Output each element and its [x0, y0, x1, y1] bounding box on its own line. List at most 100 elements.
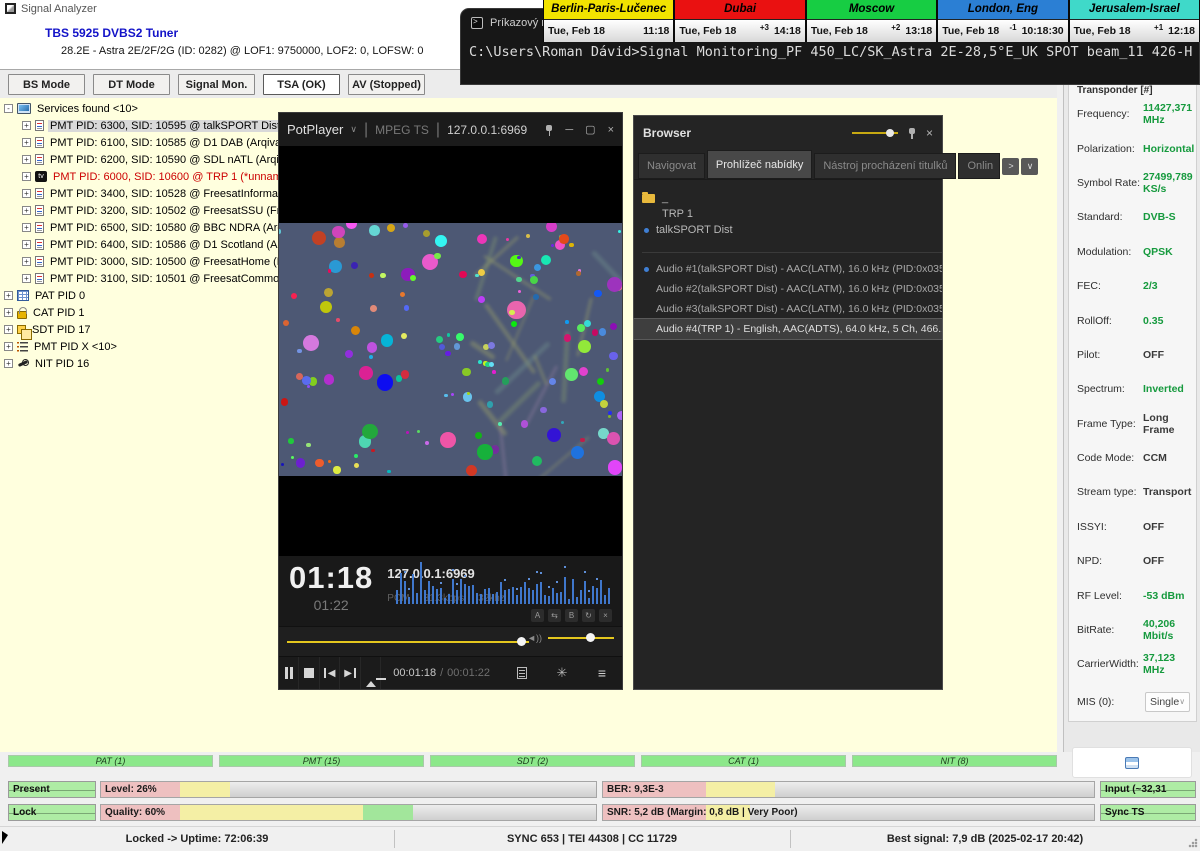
ber-label: BER: 9,3E-3 [607, 782, 664, 798]
seek-knob[interactable] [517, 637, 526, 646]
chevron-down-icon[interactable]: ∨ [350, 124, 357, 135]
clock-utc-offset: +3 [760, 23, 769, 32]
potplayer-titlebar[interactable]: PotPlayer ∨ | MPEG TS | 127.0.0.1:6969 ─… [279, 113, 622, 146]
volume-knob[interactable] [586, 633, 595, 642]
volume-slider[interactable] [548, 637, 614, 639]
clock-time: 13:18 [905, 25, 932, 37]
tab-list-button[interactable]: ∨ [1021, 158, 1038, 175]
audio-track-label: Audio #1(talkSPORT Dist) - AAC(LATM), 16… [656, 263, 942, 275]
param-row: RollOff: 0.35 [1077, 303, 1190, 337]
expand-expander-icon[interactable]: + [4, 308, 13, 317]
mis-select[interactable]: Single ∨ [1145, 692, 1190, 712]
expand-expander-icon[interactable]: + [22, 257, 31, 266]
mode-tab-button[interactable]: DT Mode [93, 74, 170, 95]
mode-tab-button[interactable]: Signal Mon. [178, 74, 255, 95]
service-table-icon [35, 154, 44, 165]
expand-expander-icon[interactable]: + [4, 342, 13, 351]
audio-track-row[interactable]: Audio #4(TRP 1) - English, AAC(ADTS), 64… [634, 319, 942, 339]
expand-expander-icon[interactable]: + [22, 121, 31, 130]
expand-expander-icon[interactable]: + [22, 240, 31, 249]
antenna-icon [17, 358, 29, 369]
close-icon[interactable]: × [926, 126, 933, 140]
folder-row[interactable]: _ [642, 190, 942, 206]
params-header: Transponder [#] [1077, 85, 1190, 97]
expand-expander-icon[interactable]: + [22, 206, 31, 215]
audio-track-row[interactable]: Audio #3(talkSPORT Dist) - AAC(LATM), 16… [634, 299, 942, 319]
playlist-button[interactable] [502, 657, 542, 689]
param-value: DVB-S [1143, 211, 1176, 223]
browser-title: Browser [643, 126, 691, 140]
service-row[interactable]: talkSPORT Dist [642, 222, 942, 238]
expand-expander-icon[interactable]: + [22, 274, 31, 283]
mode-tab-button[interactable]: TSA (OK) [263, 74, 340, 95]
resize-grip[interactable] [1188, 838, 1198, 848]
audio-track-row[interactable]: Audio #1(talkSPORT Dist) - AAC(LATM), 16… [634, 259, 942, 279]
player-mini-button[interactable]: B [565, 609, 578, 622]
stop-button[interactable] [299, 657, 319, 689]
level-label: Level: 26% [105, 782, 157, 798]
close-icon[interactable]: × [608, 124, 614, 136]
audio-track-row[interactable]: Audio #2(talkSPORT Dist) - AAC(LATM), 16… [634, 279, 942, 299]
video-area[interactable] [279, 146, 622, 556]
eject-button[interactable] [361, 657, 381, 689]
tuner-details: 28.2E - Astra 2E/2F/2G (ID: 0282) @ LOF1… [61, 45, 424, 57]
browser-tab[interactable]: Prohlížeč nabídky [707, 150, 812, 179]
playlist-icon [517, 667, 527, 679]
browser-titlebar[interactable]: Browser × [634, 116, 942, 149]
browser-tab[interactable]: Onlin [958, 153, 1000, 179]
expand-expander-icon[interactable]: + [22, 138, 31, 147]
param-value: OFF [1143, 555, 1164, 567]
browser-tab[interactable]: Navigovat [638, 153, 705, 179]
mis-row: MIS (0): Single ∨ [1077, 682, 1190, 722]
minimize-icon[interactable]: ─ [565, 124, 573, 136]
tree-sdt-label: SDT PID 17 [30, 324, 93, 336]
pin-icon[interactable] [545, 124, 553, 136]
mode-tab-button[interactable]: BS Mode [8, 74, 85, 95]
tree-pat-label: PAT PID 0 [33, 290, 87, 302]
expand-expander-icon[interactable]: + [22, 223, 31, 232]
param-label: Pilot: [1077, 349, 1143, 361]
expand-expander-icon[interactable]: + [4, 325, 13, 334]
pause-button[interactable] [279, 657, 299, 689]
player-mini-button[interactable]: × [599, 609, 612, 622]
maximize-icon[interactable]: ▢ [585, 123, 595, 136]
param-row: Spectrum: Inverted [1077, 372, 1190, 406]
opacity-knob[interactable] [886, 129, 894, 137]
expand-expander-icon[interactable]: + [22, 155, 31, 164]
mode-tab-button[interactable]: AV (Stopped) [348, 74, 425, 95]
audio-spectrum [396, 560, 614, 604]
param-value: Transport [1143, 486, 1191, 498]
settings-button[interactable]: ✳ [542, 657, 582, 689]
param-row: Frame Type: Long Frame [1077, 407, 1190, 441]
previous-button[interactable]: ◀ [320, 657, 340, 689]
param-label: CarrierWidth: [1077, 658, 1143, 670]
pin-icon[interactable] [908, 127, 916, 139]
param-value: 0.35 [1143, 315, 1163, 327]
param-value: OFF [1143, 521, 1164, 533]
menu-button[interactable]: ≡ [582, 657, 622, 689]
opacity-slider[interactable] [852, 132, 898, 134]
service-label: talkSPORT Dist [656, 224, 733, 236]
trp-row[interactable]: TRP 1 [642, 206, 942, 222]
transponder-panel: Transponder [#] Frequency: 11427,371 MHz… [1063, 68, 1200, 752]
mis-label: MIS (0): [1077, 696, 1143, 708]
stream-source: 127.0.0.1:6969 [447, 123, 527, 137]
collapse-expander-icon[interactable]: - [4, 104, 13, 113]
player-mini-button[interactable]: A [531, 609, 544, 622]
expand-expander-icon[interactable]: + [22, 172, 31, 181]
param-row: BitRate: 40,206 Mbit/s [1077, 613, 1190, 647]
tab-scroll-right-button[interactable]: > [1002, 158, 1019, 175]
browser-tab[interactable]: Nástroj procházení titulků [814, 153, 956, 179]
service-table-icon [35, 188, 44, 199]
player-mini-button[interactable]: ↻ [582, 609, 595, 622]
param-row: Symbol Rate: 27499,789 KS/s [1077, 166, 1190, 200]
table-segment: CAT (1) [641, 755, 846, 767]
next-button[interactable]: ▶ [340, 657, 360, 689]
expand-expander-icon[interactable]: + [4, 359, 13, 368]
player-mini-button[interactable]: ⇆ [548, 609, 561, 622]
expand-expander-icon[interactable]: + [22, 189, 31, 198]
volume-icon[interactable]: ◄)) [527, 633, 542, 643]
panel-tool-button[interactable] [1072, 747, 1192, 778]
expand-expander-icon[interactable]: + [4, 291, 13, 300]
seek-bar[interactable] [287, 641, 529, 643]
